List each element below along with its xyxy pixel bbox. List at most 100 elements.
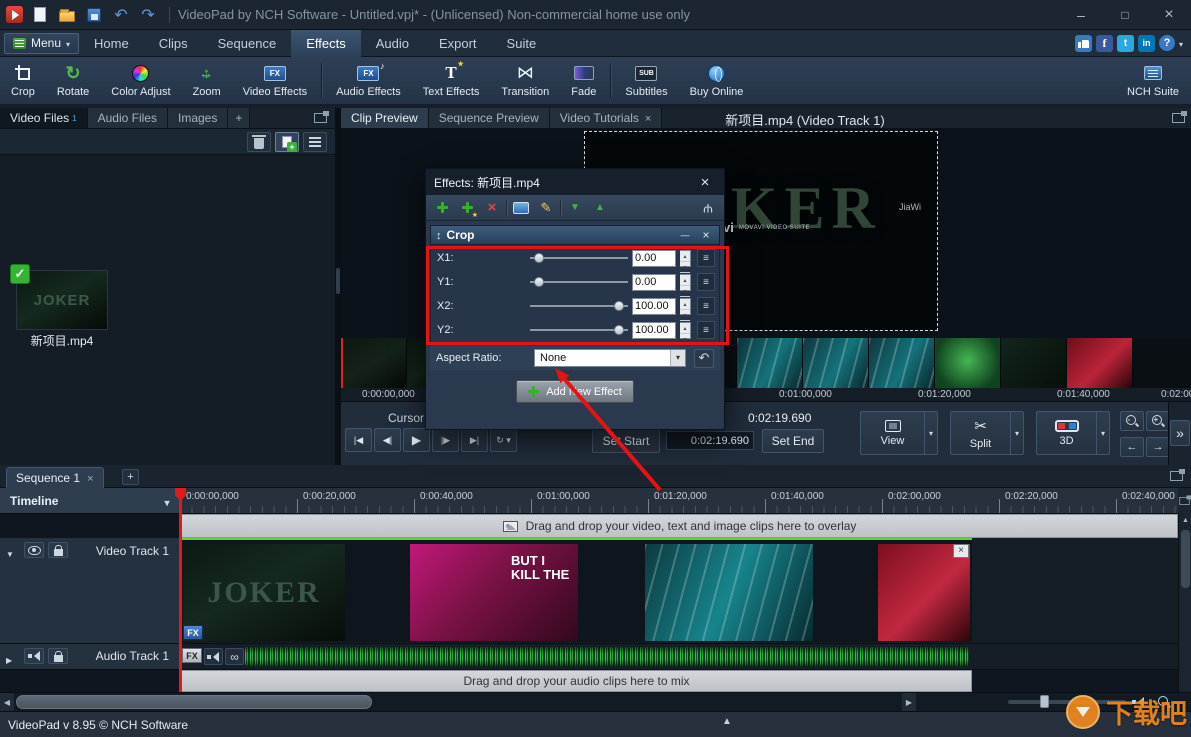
jump-back-button[interactable]: [1120, 437, 1144, 457]
filmstrip-frame[interactable]: [803, 338, 869, 388]
scroll-up-button[interactable]: ▲: [1179, 514, 1191, 528]
audio-fx-badge[interactable]: FX: [182, 648, 202, 663]
move-effect-up-icon[interactable]: [589, 198, 611, 218]
detach-timeline-icon[interactable]: [1170, 471, 1183, 481]
open-project-icon[interactable]: [57, 5, 77, 25]
zoom-button[interactable]: Zoom: [182, 57, 232, 104]
track-lock-button[interactable]: [48, 648, 68, 664]
track-mute-button[interactable]: [24, 648, 44, 664]
audio-track-lane[interactable]: FX: [180, 644, 1178, 670]
color-adjust-button[interactable]: Color Adjust: [100, 57, 181, 104]
overlay-drop-zone[interactable]: Drag and drop your video, text and image…: [181, 514, 1178, 538]
timeline-dropdown-icon[interactable]: [164, 491, 170, 511]
view-button[interactable]: View: [860, 411, 938, 455]
tab-video-files[interactable]: Video Files1: [0, 108, 88, 128]
crop-section-header[interactable]: Crop: [430, 225, 720, 245]
timeline-header[interactable]: Timeline: [0, 488, 180, 514]
buy-online-button[interactable]: Buy Online: [679, 57, 755, 104]
nch-suite-button[interactable]: NCH Suite: [1116, 57, 1191, 104]
statusbar-expander-icon[interactable]: ▲: [722, 716, 732, 727]
video-effects-button[interactable]: FX Video Effects: [232, 57, 318, 104]
collapse-track-icon[interactable]: [6, 546, 14, 560]
audio-drop-zone[interactable]: Drag and drop your audio clips here to m…: [181, 670, 972, 692]
effects-dialog-titlebar[interactable]: Effects: 新项目.mp4: [426, 169, 724, 195]
add-favorite-effect-icon[interactable]: [456, 198, 478, 218]
scroll-right-button[interactable]: ▶: [902, 693, 916, 712]
vscrollbar-thumb[interactable]: [1181, 530, 1190, 588]
playhead-line[interactable]: [179, 488, 182, 692]
remove-clip-button[interactable]: ×: [953, 544, 969, 558]
like-icon[interactable]: [1075, 35, 1092, 52]
zoom-slider-handle[interactable]: [1040, 695, 1049, 708]
effect-chain-icon[interactable]: [697, 198, 719, 218]
fade-button[interactable]: Fade: [560, 57, 607, 104]
expand-more-button[interactable]: [1170, 420, 1190, 446]
move-effect-down-icon[interactable]: [564, 198, 586, 218]
detach-panel-icon[interactable]: [314, 113, 327, 123]
add-sequence-button[interactable]: +: [122, 469, 139, 485]
filmstrip-frame[interactable]: [1067, 338, 1133, 388]
3d-button[interactable]: 3D: [1036, 411, 1110, 455]
transition-button[interactable]: Transition: [490, 57, 560, 104]
close-dialog-icon[interactable]: [694, 174, 716, 191]
text-effects-button[interactable]: T Text Effects: [412, 57, 491, 104]
collapse-section-icon[interactable]: [677, 228, 693, 242]
add-media-button[interactable]: [275, 132, 299, 152]
filmstrip-cursor[interactable]: [341, 338, 343, 388]
filmstrip-frame[interactable]: [1001, 338, 1067, 388]
go-to-start-button[interactable]: [345, 428, 372, 452]
save-project-icon[interactable]: [84, 5, 104, 25]
zoom-out-preview-button[interactable]: -: [1120, 411, 1144, 431]
rotate-button[interactable]: Rotate: [46, 57, 100, 104]
detach-icon[interactable]: [1179, 497, 1189, 505]
close-tab-icon[interactable]: [645, 111, 651, 125]
twitter-icon[interactable]: t: [1117, 35, 1134, 52]
tab-effects[interactable]: Effects: [291, 30, 361, 57]
link-clip-button[interactable]: [225, 648, 244, 665]
reset-crop-icon[interactable]: [694, 349, 714, 368]
clip-mute-button[interactable]: [204, 648, 223, 665]
remove-section-icon[interactable]: [698, 228, 714, 242]
facebook-icon[interactable]: f: [1096, 35, 1113, 52]
filmstrip-frame[interactable]: [869, 338, 935, 388]
list-view-button[interactable]: [303, 132, 327, 152]
tab-sequence[interactable]: Sequence: [203, 30, 292, 57]
help-chevron-icon[interactable]: [1179, 36, 1183, 50]
tab-add[interactable]: +: [228, 108, 250, 128]
track-visibility-button[interactable]: [24, 542, 44, 558]
view-dropdown[interactable]: [924, 412, 937, 454]
detach-preview-icon[interactable]: [1172, 113, 1185, 123]
scroll-left-button[interactable]: ◀: [0, 693, 14, 712]
linkedin-icon[interactable]: in: [1138, 35, 1155, 52]
3d-dropdown[interactable]: [1096, 412, 1109, 454]
close-sequence-icon[interactable]: [87, 471, 93, 485]
zoom-in-preview-button[interactable]: +: [1146, 411, 1170, 431]
add-effect-icon[interactable]: [431, 198, 453, 218]
new-project-icon[interactable]: [30, 5, 50, 25]
filmstrip-frame[interactable]: [737, 338, 803, 388]
go-to-end-button[interactable]: [461, 428, 488, 452]
filmstrip-frame[interactable]: [341, 338, 407, 388]
split-dropdown[interactable]: [1010, 412, 1023, 454]
filmstrip-frame[interactable]: [935, 338, 1001, 388]
tab-suite[interactable]: Suite: [492, 30, 552, 57]
loop-playback-button[interactable]: [490, 428, 517, 452]
close-button[interactable]: [1147, 0, 1191, 29]
set-end-button[interactable]: Set End: [762, 429, 824, 453]
tab-audio-files[interactable]: Audio Files: [88, 108, 168, 128]
scrollbar-thumb[interactable]: [16, 695, 372, 709]
tab-images[interactable]: Images: [168, 108, 228, 128]
edit-effect-icon[interactable]: [535, 198, 557, 218]
jump-forward-button[interactable]: [1146, 437, 1170, 457]
tab-home[interactable]: Home: [79, 30, 144, 57]
redo-icon[interactable]: [138, 5, 158, 25]
tab-clips[interactable]: Clips: [144, 30, 203, 57]
split-button[interactable]: Split: [950, 411, 1024, 455]
delete-media-button[interactable]: [247, 132, 271, 152]
video-clip[interactable]: JOKER BUT I KILL THE × FX: [181, 538, 972, 642]
filmstrip-frame[interactable]: [1133, 338, 1191, 388]
menu-button[interactable]: Menu: [4, 33, 79, 54]
crop-button[interactable]: Crop: [0, 57, 46, 104]
tab-audio[interactable]: Audio: [361, 30, 424, 57]
audio-waveform[interactable]: [245, 647, 969, 666]
